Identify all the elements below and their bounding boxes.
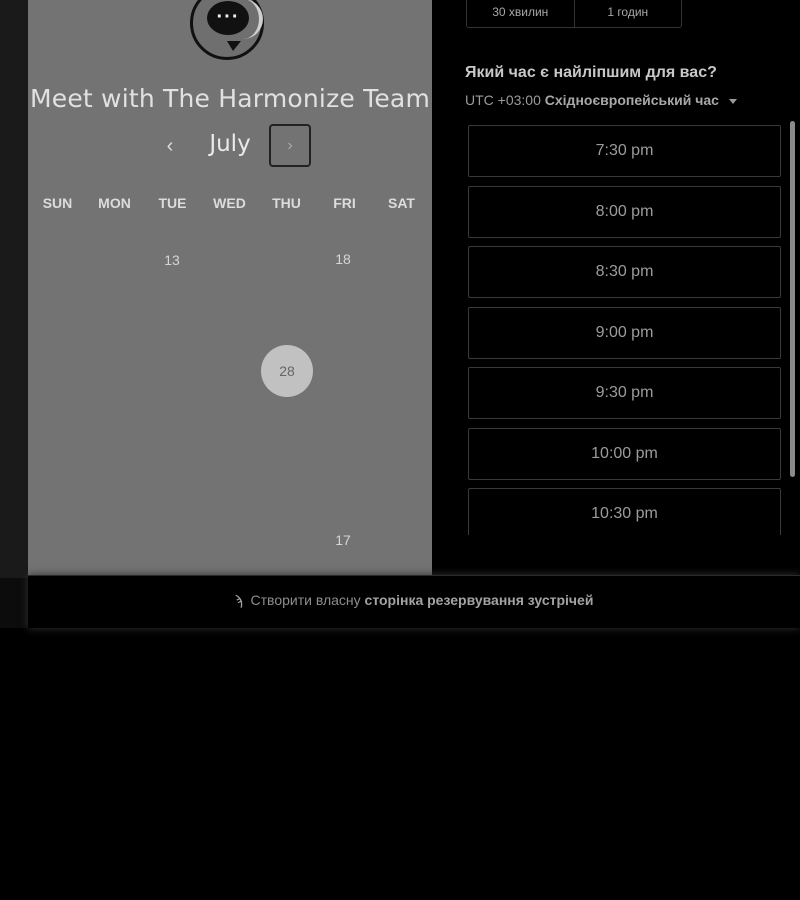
left-backdrop-lower	[0, 578, 28, 628]
footer-bar: ϡ Створити власну сторінка резервування …	[28, 575, 800, 628]
timezone-offset: UTC +03:00	[465, 92, 541, 108]
weekday-tue: TUE	[158, 195, 187, 211]
time-slot-scrollbar[interactable]	[790, 121, 795, 477]
calendar-day[interactable]: 17	[317, 514, 369, 566]
time-slot[interactable]: 8:30 pm	[468, 246, 781, 298]
next-month-button[interactable]: ›	[269, 124, 311, 167]
timezone-name: Східноєвропейський час	[544, 92, 719, 108]
weekday-mon: MON	[98, 195, 131, 211]
duration-tabs: 30 хвилин 1 годин	[466, 0, 682, 28]
calendar-day-selected[interactable]: 28	[261, 345, 313, 397]
timezone-selector[interactable]: UTC +03:00 Східноєвропейський час	[465, 92, 737, 108]
page-title: Meet with The Harmonize Team	[29, 84, 431, 113]
time-slot[interactable]: 9:00 pm	[468, 307, 781, 359]
duration-1-hour-tab[interactable]: 1 годин	[573, 0, 682, 27]
calendar-day[interactable]: 18	[317, 233, 369, 285]
calendar-day[interactable]: 13	[146, 234, 198, 286]
month-label: July	[209, 131, 251, 157]
time-slot[interactable]: 8:00 pm	[468, 186, 781, 238]
logo-tail	[227, 41, 241, 51]
chat-bubble-icon: ···	[190, 0, 264, 60]
prev-month-button[interactable]: ‹	[157, 131, 183, 161]
left-backdrop	[0, 0, 28, 578]
time-slot-list: 7:30 pm 8:00 pm 8:30 pm 9:00 pm 9:30 pm …	[468, 125, 781, 535]
weekday-thu: THU	[272, 195, 301, 211]
footer-prefix: Створити власну	[250, 592, 361, 608]
weekday-fri: FRI	[333, 195, 356, 211]
time-slot[interactable]: 10:30 pm	[468, 488, 781, 535]
time-question: Який час є найліпшим для вас?	[465, 64, 717, 81]
weekday-sun: SUN	[42, 195, 73, 211]
duration-30-min-tab[interactable]: 30 хвилин	[467, 0, 574, 27]
time-picker-panel: 30 хвилин 1 годин Який час є найліпшим д…	[432, 0, 800, 575]
time-slot[interactable]: 9:30 pm	[468, 367, 781, 419]
time-slot[interactable]: 7:30 pm	[468, 125, 781, 177]
calendar-panel: ··· Meet with The Harmonize Team ‹ July …	[28, 0, 432, 575]
weekday-sat: SAT	[388, 195, 415, 211]
time-slot[interactable]: 10:00 pm	[468, 428, 781, 480]
chevron-down-icon	[728, 98, 737, 104]
weekday-wed: WED	[213, 195, 246, 211]
sprocket-icon: ϡ	[234, 592, 243, 608]
logo-arc	[233, 0, 263, 39]
create-booking-page-link[interactable]: сторінка резервування зустрічей	[365, 592, 594, 608]
